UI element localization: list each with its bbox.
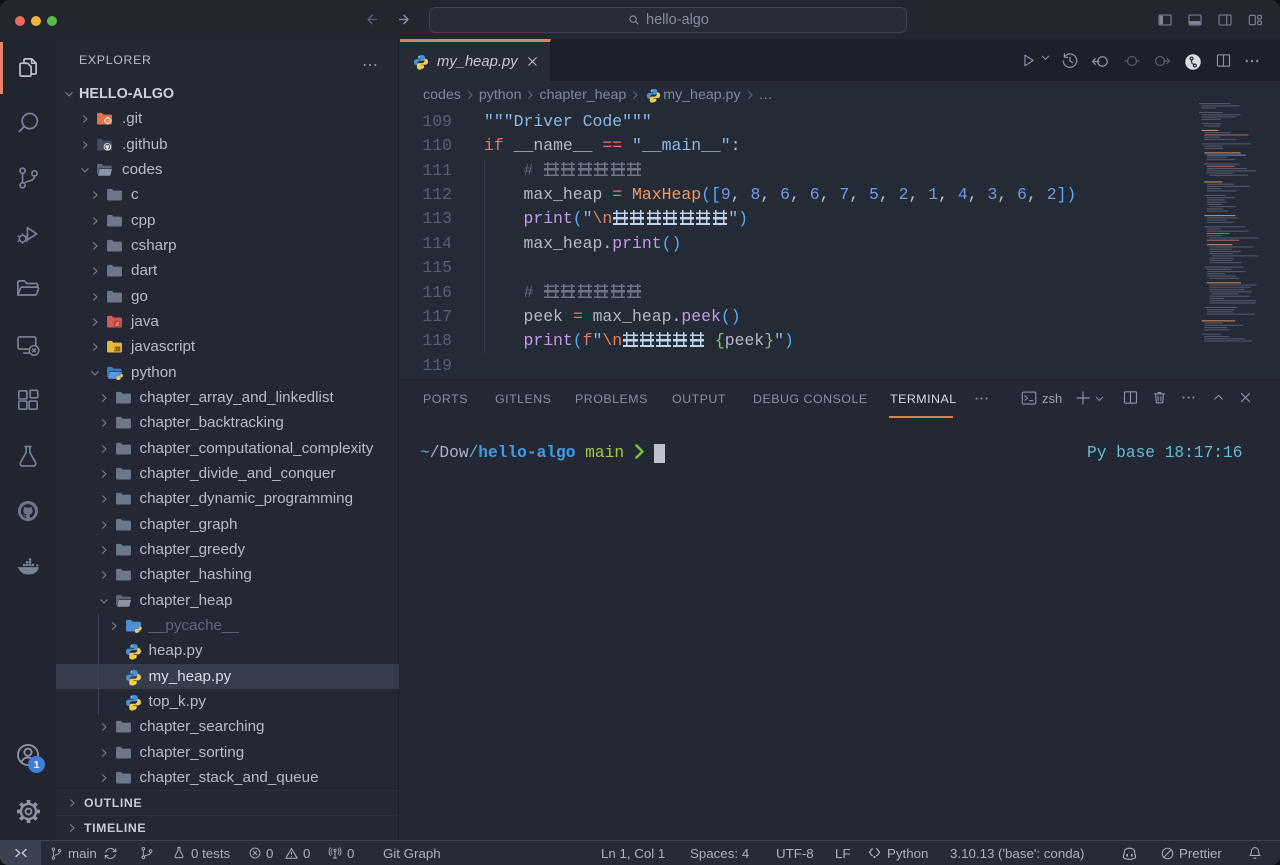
svg-text:JS: JS xyxy=(114,347,121,353)
